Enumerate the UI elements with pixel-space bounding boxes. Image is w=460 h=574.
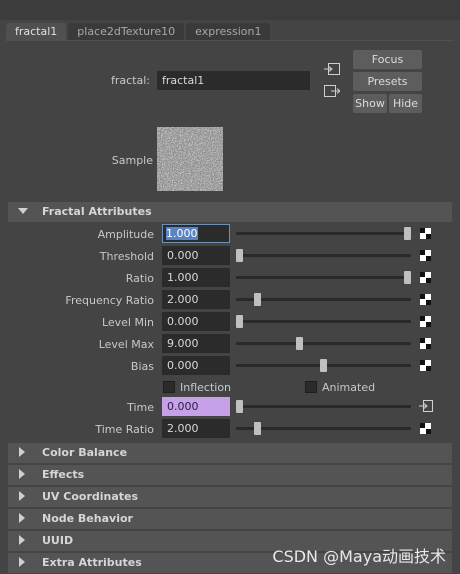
- ratio-label: Ratio: [125, 272, 154, 285]
- inflection-checkbox[interactable]: [163, 381, 175, 393]
- section-title: UV Coordinates: [42, 490, 139, 503]
- sample-swatch[interactable]: [157, 127, 223, 191]
- amplitude-slider-track[interactable]: [236, 232, 411, 235]
- tab-bar: fractal1 place2dTexture10 expression1: [6, 23, 272, 40]
- tab-fractal1[interactable]: fractal1: [6, 23, 67, 40]
- show-button[interactable]: Show: [353, 94, 387, 113]
- fractal-attributes-header[interactable]: Fractal Attributes: [8, 202, 452, 222]
- threshold-slider-handle[interactable]: [236, 249, 243, 262]
- amplitude-field[interactable]: 1.000: [162, 224, 230, 243]
- level-min-label: Level Min: [101, 316, 154, 329]
- threshold-checker-map-icon[interactable]: [420, 250, 431, 261]
- ratio-slider-track[interactable]: [236, 276, 411, 279]
- time-ratio-label: Time Ratio: [95, 423, 154, 436]
- bias-field[interactable]: 0.000: [162, 356, 230, 375]
- bias-checker-map-icon[interactable]: [420, 360, 431, 371]
- time-field[interactable]: 0.000: [162, 397, 230, 416]
- time-input-connection-icon[interactable]: [419, 400, 433, 412]
- tab-divider: [6, 40, 454, 41]
- threshold-slider-track[interactable]: [236, 254, 411, 257]
- time-slider-handle[interactable]: [236, 400, 243, 413]
- sample-label: Sample: [111, 154, 153, 167]
- time-label: Time: [127, 401, 154, 414]
- collapse-arrow-icon: [19, 469, 25, 479]
- level-max-slider-track[interactable]: [236, 342, 411, 345]
- color-balance-section-header[interactable]: Color Balance: [8, 443, 452, 463]
- ratio-slider-handle[interactable]: [404, 271, 411, 284]
- node-name-field[interactable]: fractal1: [157, 71, 310, 90]
- bias-slider-handle[interactable]: [320, 359, 327, 372]
- uv-coordinates-section-header[interactable]: UV Coordinates: [8, 487, 452, 507]
- animated-label: Animated: [322, 381, 376, 394]
- bias-label: Bias: [130, 360, 154, 373]
- section-title: Color Balance: [42, 446, 128, 459]
- effects-section-header[interactable]: Effects: [8, 465, 452, 485]
- level-max-label: Level Max: [98, 338, 154, 351]
- output-connection-icon[interactable]: [324, 84, 340, 98]
- collapse-arrow-icon: [19, 513, 25, 523]
- section-title: UUID: [42, 534, 74, 547]
- node-name-label: fractal:: [111, 74, 150, 87]
- amplitude-label: Amplitude: [97, 228, 154, 241]
- frequency-ratio-slider-track[interactable]: [236, 298, 411, 301]
- level-min-checker-map-icon[interactable]: [420, 316, 431, 327]
- level-max-slider-handle[interactable]: [296, 337, 304, 350]
- time-slider-track[interactable]: [236, 405, 411, 408]
- time-ratio-field[interactable]: 2.000: [162, 419, 230, 438]
- time-ratio-slider-handle[interactable]: [254, 422, 262, 435]
- frequency-ratio-label: Frequency Ratio: [65, 294, 154, 307]
- frequency-ratio-field[interactable]: 2.000: [162, 290, 230, 309]
- section-title: Fractal Attributes: [42, 205, 152, 218]
- watermark: CSDN @Maya动画技术: [272, 547, 446, 566]
- section-title: Effects: [42, 468, 85, 481]
- collapse-arrow-icon: [19, 535, 25, 545]
- inflection-label: Inflection: [180, 381, 232, 394]
- section-title: Node Behavior: [42, 512, 133, 525]
- ratio-checker-map-icon[interactable]: [420, 272, 431, 283]
- focus-button[interactable]: Focus: [353, 50, 422, 69]
- section-title: Extra Attributes: [42, 556, 142, 569]
- tab-place2dtexture10[interactable]: place2dTexture10: [68, 23, 185, 40]
- frequency-ratio-checker-map-icon[interactable]: [420, 294, 431, 305]
- level-min-slider-handle[interactable]: [236, 315, 243, 328]
- level-max-field[interactable]: 9.000: [162, 334, 230, 353]
- top-strip: [0, 0, 460, 20]
- expand-arrow-icon: [18, 208, 28, 214]
- amplitude-checker-map-icon[interactable]: [420, 228, 431, 239]
- tab-expression1[interactable]: expression1: [186, 23, 271, 40]
- node-behavior-section-header[interactable]: Node Behavior: [8, 509, 452, 529]
- level-min-slider-track[interactable]: [236, 320, 411, 323]
- ratio-field[interactable]: 1.000: [162, 268, 230, 287]
- threshold-field[interactable]: 0.000: [162, 246, 230, 265]
- threshold-label: Threshold: [99, 250, 154, 263]
- amplitude-selected-text: 1.000: [166, 227, 198, 240]
- amplitude-slider-handle[interactable]: [404, 227, 411, 240]
- level-max-checker-map-icon[interactable]: [420, 338, 431, 349]
- presets-button[interactable]: Presets: [353, 72, 422, 91]
- animated-checkbox[interactable]: [305, 381, 317, 393]
- level-min-field[interactable]: 0.000: [162, 312, 230, 331]
- frequency-ratio-slider-handle[interactable]: [254, 293, 262, 306]
- input-connection-icon[interactable]: [324, 62, 340, 76]
- collapse-arrow-icon: [19, 491, 25, 501]
- collapse-arrow-icon: [19, 557, 25, 567]
- time-ratio-checker-map-icon[interactable]: [420, 423, 431, 434]
- collapse-arrow-icon: [19, 447, 25, 457]
- time-ratio-slider-track[interactable]: [236, 427, 411, 430]
- hide-button[interactable]: Hide: [389, 94, 422, 113]
